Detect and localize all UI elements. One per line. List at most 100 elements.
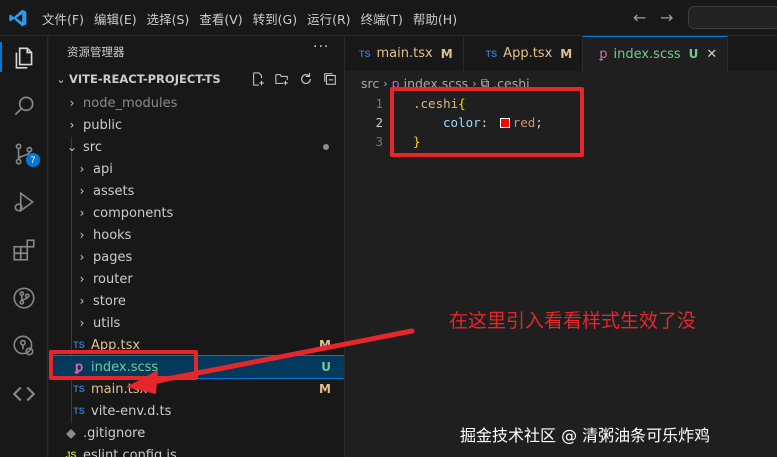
search-icon[interactable] [10, 92, 38, 120]
annotation-text: 在这里引入看看样式生效了没 [449, 310, 697, 332]
tab-index-scss[interactable]: ꝑ index.scss U ✕ [583, 36, 729, 71]
menu-selection[interactable]: 选择(S) [141, 9, 194, 28]
code-highlight-box [390, 87, 584, 157]
tree-item-label: pages [93, 249, 133, 265]
menu-edit[interactable]: 编辑(E) [88, 9, 141, 28]
git-status-untracked: U [321, 360, 331, 374]
git-graph-icon[interactable] [10, 284, 38, 312]
chevron-right-icon: › [79, 162, 85, 176]
typescript-file-icon: TS [485, 48, 498, 59]
tree-item-src[interactable]: ⌄ src [49, 136, 344, 158]
git-status-modified: M [319, 382, 331, 396]
watermark: 掘金技术社区 @ 清粥油条可乐炸鸡 [460, 426, 711, 445]
breadcrumb-item-src[interactable]: src [361, 76, 379, 91]
tab-status: U [688, 47, 699, 61]
run-debug-icon[interactable] [10, 188, 38, 216]
file-tree: › node_modules › public ⌄ src › api › as… [49, 92, 344, 457]
more-actions-icon[interactable]: ··· [313, 39, 329, 55]
typescript-file-icon: TS [73, 340, 85, 350]
tree-item-public[interactable]: › public [49, 114, 344, 136]
forward-arrow-icon[interactable]: → [660, 8, 673, 27]
chevron-right-icon: › [79, 316, 85, 330]
source-control-badge: 7 [26, 153, 40, 167]
gitignore-file-icon: ◆ [66, 426, 76, 440]
tree-item-label: utils [93, 315, 121, 331]
chevron-right-icon: › [79, 272, 85, 286]
menu-file[interactable]: 文件(F) [36, 9, 88, 28]
activity-bar: 7 [0, 36, 48, 457]
typescript-file-icon: TS [359, 48, 371, 59]
close-icon[interactable]: ✕ [706, 47, 717, 62]
title-bar: 文件(F) 编辑(E) 选择(S) 查看(V) 转到(G) 运行(R) 终端(T… [0, 0, 777, 36]
code-icon[interactable] [10, 380, 38, 408]
tree-item-gitignore[interactable]: ◆ .gitignore [49, 422, 344, 444]
remote-explorer-icon[interactable] [10, 332, 38, 360]
extensions-icon[interactable] [10, 236, 38, 264]
tree-item-label: main.tsx [91, 381, 148, 397]
menu-view[interactable]: 查看(V) [193, 9, 246, 28]
tree-item-label: node_modules [83, 95, 178, 111]
menu-go[interactable]: 转到(G) [247, 9, 301, 28]
tree-item-label: public [83, 117, 123, 133]
active-indicator [0, 42, 2, 72]
typescript-file-icon: TS [73, 384, 85, 394]
vscode-logo-icon [9, 9, 27, 27]
tree-item-label: vite-env.d.ts [91, 403, 172, 419]
tree-item-store[interactable]: › store [49, 290, 344, 312]
tree-item-router[interactable]: › router [49, 268, 344, 290]
project-actions [249, 70, 339, 88]
tab-label: index.scss [613, 46, 681, 62]
new-folder-icon[interactable] [273, 70, 291, 88]
menu-bar: 文件(F) 编辑(E) 选择(S) 查看(V) 转到(G) 运行(R) 终端(T… [36, 0, 461, 36]
tree-item-label: store [93, 293, 126, 309]
tree-item-vite-env[interactable]: TS vite-env.d.ts [49, 400, 344, 422]
tree-item-pages[interactable]: › pages [49, 246, 344, 268]
menu-help[interactable]: 帮助(H) [407, 9, 461, 28]
tab-status: M [440, 46, 453, 61]
chevron-right-icon: › [79, 228, 85, 242]
tree-item-components[interactable]: › components [49, 202, 344, 224]
tab-app-tsx[interactable]: TS App.tsx M [464, 36, 584, 71]
tab-label: App.tsx [503, 46, 553, 61]
tree-item-eslint-config[interactable]: JS eslint.config.js [49, 444, 344, 457]
typescript-file-icon: TS [73, 406, 85, 416]
back-arrow-icon[interactable]: ← [633, 8, 646, 27]
explorer-sidebar: 资源管理器 ··· ⌄ VITE-REACT-PROJECT-TS › node… [49, 36, 345, 457]
line-number: 1 [375, 96, 383, 111]
chevron-right-icon: › [79, 294, 85, 308]
project-name: VITE-REACT-PROJECT-TS [69, 72, 221, 86]
chevron-down-icon: ⌄ [56, 72, 66, 86]
tab-main-tsx[interactable]: TS main.tsx M [345, 36, 464, 71]
tree-item-label: components [93, 205, 174, 221]
project-header[interactable]: ⌄ VITE-REACT-PROJECT-TS [49, 68, 344, 90]
tree-item-label: src [83, 139, 102, 155]
modified-dot-icon [323, 144, 329, 150]
sidebar-title: 资源管理器 [67, 45, 125, 59]
tree-item-api[interactable]: › api [49, 158, 344, 180]
tree-item-utils[interactable]: › utils [49, 312, 344, 334]
javascript-file-icon: JS [65, 450, 77, 457]
collapse-all-icon[interactable] [321, 70, 339, 88]
menu-terminal[interactable]: 终端(T) [355, 9, 407, 28]
chevron-right-icon: › [69, 118, 75, 132]
tree-item-label: eslint.config.js [83, 447, 177, 457]
chevron-down-icon: ⌄ [66, 140, 78, 154]
tree-item-assets[interactable]: › assets [49, 180, 344, 202]
command-center-search[interactable] [688, 6, 777, 29]
tree-item-label: .gitignore [83, 425, 146, 441]
tree-item-node-modules[interactable]: › node_modules [49, 92, 344, 114]
tree-item-label: assets [93, 183, 135, 199]
refresh-icon[interactable] [297, 70, 315, 88]
explorer-icon[interactable] [10, 44, 38, 72]
tree-item-main-tsx[interactable]: TS main.tsx M [49, 378, 344, 400]
new-file-icon[interactable] [249, 70, 267, 88]
file-highlight-box [49, 350, 198, 380]
editor-tabs: TS main.tsx M TS App.tsx M ꝑ index.scss … [345, 36, 777, 71]
tree-item-label: router [93, 271, 133, 287]
chevron-right-icon: › [69, 96, 75, 110]
tree-item-hooks[interactable]: › hooks [49, 224, 344, 246]
line-number: 3 [375, 134, 383, 149]
git-status-modified: M [319, 338, 331, 352]
menu-run[interactable]: 运行(R) [301, 9, 354, 28]
tree-item-label: api [93, 161, 113, 177]
